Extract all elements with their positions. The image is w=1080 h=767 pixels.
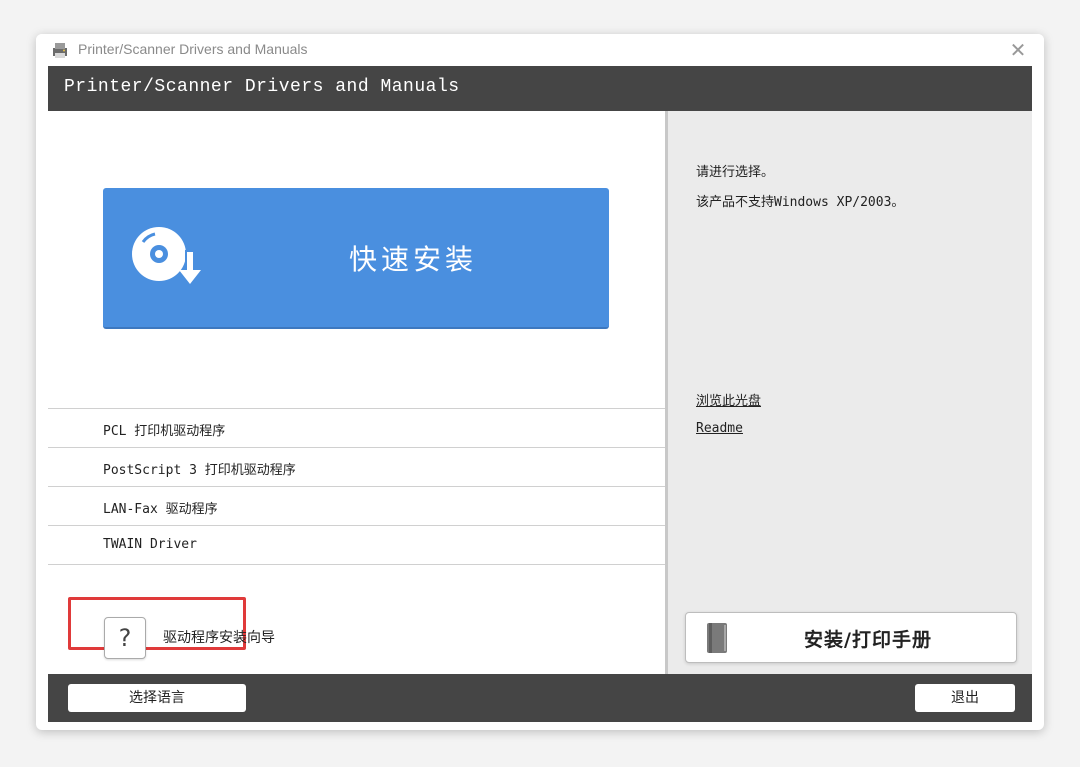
install-print-manual-button[interactable]: 安装/打印手册 [685,612,1017,663]
driver-item-label: PostScript 3 打印机驱动程序 [103,463,296,478]
driver-item-twain[interactable]: TWAIN Driver [48,525,665,565]
question-icon: ? [118,624,132,652]
select-language-label: 选择语言 [129,690,185,706]
driver-item-label: TWAIN Driver [103,537,197,552]
manual-button-label: 安装/打印手册 [804,629,932,651]
exit-button[interactable]: 退出 [915,684,1015,712]
exit-label: 退出 [951,690,979,706]
close-icon: ✕ [1009,38,1027,62]
readme-link[interactable]: Readme [696,421,743,436]
footer-bar: 选择语言 退出 [48,674,1032,722]
driver-item-label: LAN-Fax 驱动程序 [103,502,218,517]
window-titlebar: Printer/Scanner Drivers and Manuals ✕ [36,34,1044,66]
close-button[interactable]: ✕ [1006,38,1030,62]
browse-disc-link[interactable]: 浏览此光盘 [696,390,761,409]
select-language-button[interactable]: 选择语言 [68,684,246,712]
header-title: Printer/Scanner Drivers and Manuals [64,77,460,97]
driver-item-pcl[interactable]: PCL 打印机驱动程序 [48,408,665,447]
disc-download-icon [132,227,201,284]
info-line-unsupported: 该产品不支持Windows XP/2003。 [696,195,905,210]
help-button[interactable]: ? [104,617,146,659]
driver-install-guide-link[interactable]: 驱动程序安装向导 [163,627,275,647]
left-panel: 快速安装 PCL 打印机驱动程序 PostScript 3 打印机驱动程序 LA… [48,111,665,674]
info-line-select: 请进行选择。 [696,165,775,180]
header-bar: Printer/Scanner Drivers and Manuals [48,66,1032,111]
installer-window: Printer/Scanner Drivers and Manuals ✕ Pr… [36,34,1044,730]
printer-scanner-app-icon [53,43,67,58]
driver-item-label: PCL 打印机驱动程序 [103,424,226,439]
driver-item-postscript[interactable]: PostScript 3 打印机驱动程序 [48,447,665,486]
right-panel: 请进行选择。 该产品不支持Windows XP/2003。 浏览此光盘 Read… [668,111,1032,674]
quick-install-button[interactable]: 快速安装 [103,188,609,329]
book-icon [707,623,727,653]
window-title: Printer/Scanner Drivers and Manuals [78,41,308,57]
driver-list: PCL 打印机驱动程序 PostScript 3 打印机驱动程序 LAN-Fax… [48,408,665,565]
driver-item-lan-fax[interactable]: LAN-Fax 驱动程序 [48,486,665,525]
quick-install-label: 快速安装 [349,243,478,276]
